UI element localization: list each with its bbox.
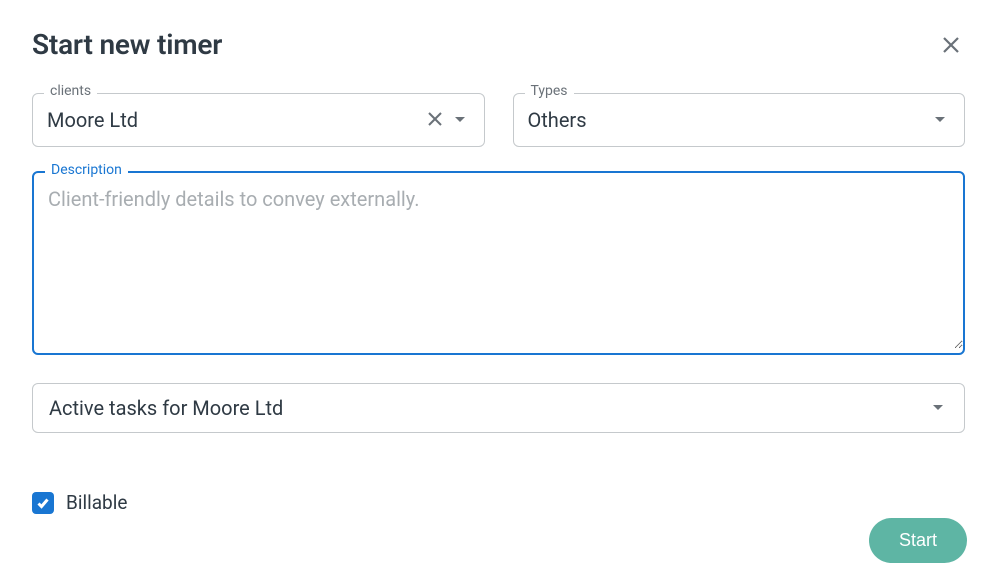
close-icon [428, 112, 442, 126]
types-dropdown-toggle[interactable] [930, 116, 950, 124]
tasks-dropdown-toggle[interactable] [928, 404, 948, 412]
clients-field-wrapper: clients Moore Ltd [32, 93, 485, 147]
fields-row: clients Moore Ltd Types Others [32, 93, 965, 147]
close-icon [942, 36, 960, 54]
billable-checkbox[interactable] [32, 492, 54, 514]
chevron-down-icon [454, 116, 466, 124]
types-select[interactable]: Types Others [513, 93, 966, 147]
clients-value: Moore Ltd [47, 108, 420, 132]
close-button[interactable] [937, 31, 965, 59]
description-field: Description [32, 171, 965, 355]
clients-dropdown-toggle[interactable] [450, 116, 470, 124]
clients-select[interactable]: clients Moore Ltd [32, 93, 485, 147]
checkmark-icon [36, 496, 50, 510]
types-value: Others [528, 108, 931, 132]
tasks-select[interactable]: Active tasks for Moore Ltd [32, 383, 965, 433]
clients-clear-button[interactable] [420, 110, 450, 131]
chevron-down-icon [932, 404, 944, 412]
billable-label: Billable [66, 491, 127, 514]
chevron-down-icon [934, 116, 946, 124]
types-field-wrapper: Types Others [513, 93, 966, 147]
description-textarea[interactable] [34, 173, 963, 349]
tasks-value: Active tasks for Moore Ltd [49, 396, 928, 420]
clients-label: clients [44, 84, 97, 98]
start-timer-dialog: Start new timer clients Moore Ltd [0, 0, 997, 581]
description-label: Description [45, 163, 128, 177]
billable-row: Billable [32, 491, 965, 514]
dialog-title: Start new timer [32, 28, 222, 61]
dialog-footer: Start [869, 518, 967, 563]
types-label: Types [525, 84, 574, 98]
dialog-header: Start new timer [32, 28, 965, 61]
description-field-wrapper: Description [32, 171, 965, 355]
start-button[interactable]: Start [869, 518, 967, 563]
